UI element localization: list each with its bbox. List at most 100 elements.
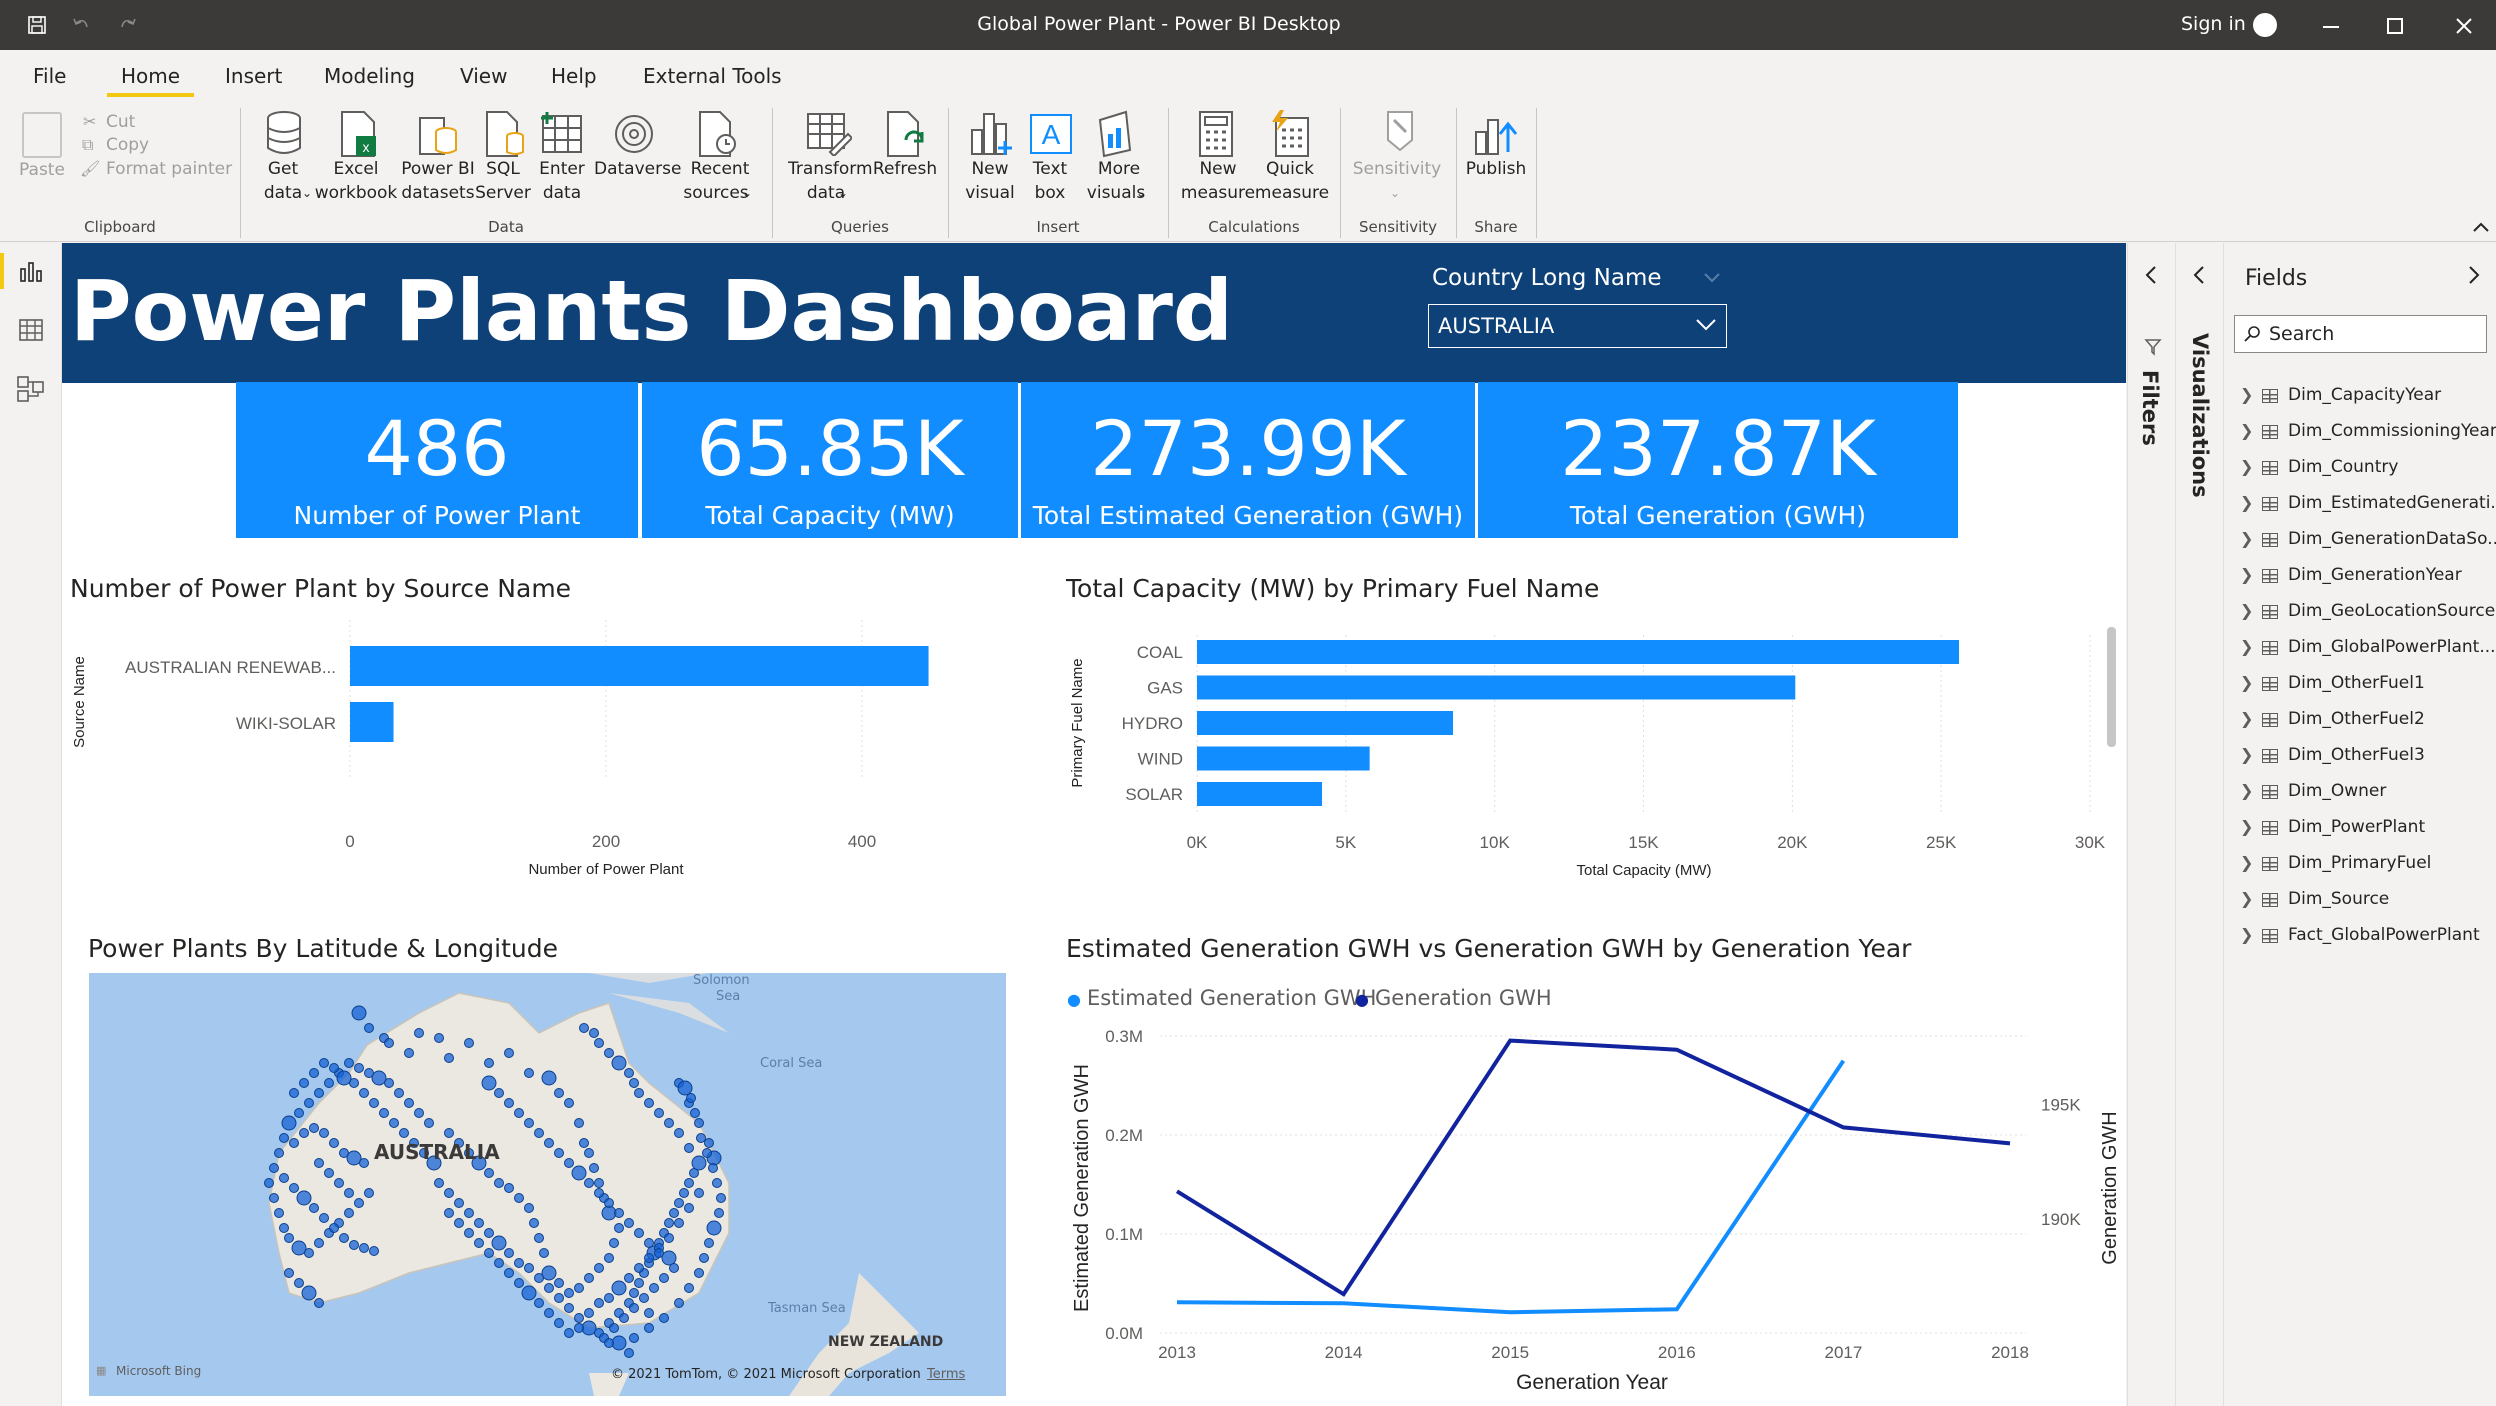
map-plant-point[interactable] — [589, 1163, 599, 1173]
map-plant-point[interactable] — [674, 1218, 684, 1228]
map-plant-point[interactable] — [534, 1273, 544, 1283]
map-plant-point[interactable] — [624, 1218, 634, 1228]
map-plant-point[interactable] — [291, 1240, 307, 1256]
map-plant-point[interactable] — [574, 1313, 584, 1323]
map-plant-point[interactable] — [394, 1088, 404, 1098]
map-plant-point[interactable] — [564, 1303, 574, 1313]
chevron-right-icon[interactable]: ❯ — [2240, 457, 2253, 476]
map-plant-point[interactable] — [464, 1228, 474, 1238]
map-plant-point[interactable] — [564, 1288, 574, 1298]
map-plant-point[interactable] — [609, 1238, 619, 1248]
chevron-right-icon[interactable]: ❯ — [2240, 745, 2253, 764]
map-plant-point[interactable] — [494, 1258, 504, 1268]
map-plant-point[interactable] — [369, 1098, 379, 1108]
map-plant-point[interactable] — [309, 1203, 319, 1213]
map-plant-point[interactable] — [349, 1240, 359, 1250]
map-plant-point[interactable] — [264, 1178, 274, 1188]
map-plant-point[interactable] — [284, 1233, 294, 1243]
map-plant-point[interactable] — [269, 1163, 279, 1173]
map-plant-point[interactable] — [294, 1278, 304, 1288]
map-plant-point[interactable] — [534, 1233, 544, 1243]
chevron-left-icon[interactable] — [2192, 265, 2206, 285]
map-plant-point[interactable] — [644, 1323, 654, 1333]
map-plant-point[interactable] — [629, 1288, 639, 1298]
sign-in-link[interactable]: Sign in — [2181, 13, 2246, 35]
map-plant-point[interactable] — [694, 1118, 704, 1128]
map-plant-point[interactable] — [279, 1133, 289, 1143]
map-plant-point[interactable] — [524, 1203, 534, 1213]
map-plant-point[interactable] — [624, 1068, 634, 1078]
map-plant-point[interactable] — [494, 1178, 504, 1188]
map-plant-point[interactable] — [444, 1053, 454, 1063]
map-plant-point[interactable] — [324, 1078, 334, 1088]
map-plant-point[interactable] — [584, 1273, 594, 1283]
map-plant-point[interactable] — [604, 1338, 614, 1348]
map-plant-point[interactable] — [274, 1148, 284, 1158]
map-plant-point[interactable] — [629, 1333, 639, 1343]
map-plant-point[interactable] — [684, 1143, 694, 1153]
map-plant-point[interactable] — [481, 1075, 497, 1091]
map-plant-point[interactable] — [604, 1198, 614, 1208]
chevron-right-icon[interactable]: ❯ — [2240, 817, 2253, 836]
map-plant-point[interactable] — [351, 1005, 367, 1021]
map-plant-point[interactable] — [684, 1283, 694, 1293]
map-plant-point[interactable] — [624, 1348, 634, 1358]
map-plant-point[interactable] — [484, 1168, 494, 1178]
map-plant-point[interactable] — [309, 1068, 319, 1078]
map-plant-point[interactable] — [389, 1118, 399, 1128]
map-plant-point[interactable] — [301, 1285, 317, 1301]
map-plant-point[interactable] — [690, 1108, 700, 1118]
map-plant-point[interactable] — [539, 1248, 549, 1258]
map-plant-point[interactable] — [664, 1233, 674, 1243]
map-plant-point[interactable] — [344, 1208, 354, 1218]
fields-search-box[interactable]: Search — [2234, 315, 2487, 353]
map-plant-point[interactable] — [659, 1313, 669, 1323]
chevron-right-icon[interactable]: ❯ — [2240, 421, 2253, 440]
map-plant-point[interactable] — [589, 1028, 599, 1038]
minimize-icon[interactable] — [2323, 26, 2339, 28]
map-plant-point[interactable] — [694, 1268, 704, 1278]
map-plant-point[interactable] — [281, 1115, 297, 1131]
map-plant-point[interactable] — [581, 1320, 597, 1336]
map-plant-point[interactable] — [514, 1278, 524, 1288]
collapse-ribbon-icon[interactable] — [2472, 220, 2490, 234]
map-plant-point[interactable] — [491, 1235, 507, 1251]
map-plant-point[interactable] — [704, 1138, 714, 1148]
map-plant-point[interactable] — [659, 1273, 669, 1283]
country-slicer-dropdown[interactable]: AUSTRALIA — [1428, 304, 1727, 348]
map-plant-point[interactable] — [364, 1023, 374, 1033]
map-plant-point[interactable] — [534, 1128, 544, 1138]
map-plant-point[interactable] — [414, 1028, 424, 1038]
map-plant-point[interactable] — [344, 1058, 354, 1068]
map-plant-point[interactable] — [404, 1048, 414, 1058]
tab-external-tools[interactable]: External Tools — [643, 64, 782, 88]
map-plant-point[interactable] — [464, 1208, 474, 1218]
map-plant-point[interactable] — [384, 1038, 394, 1048]
map-plant-point[interactable] — [564, 1098, 574, 1108]
map-plant-point[interactable] — [619, 1313, 629, 1323]
map-plant-point[interactable] — [504, 1098, 514, 1108]
map-plant-point[interactable] — [554, 1088, 564, 1098]
tab-modeling[interactable]: Modeling — [324, 64, 415, 88]
map-plant-point[interactable] — [444, 1128, 454, 1138]
map-plant-point[interactable] — [444, 1208, 454, 1218]
map-plant-point[interactable] — [299, 1078, 309, 1088]
map-plant-point[interactable] — [584, 1148, 594, 1158]
map-plant-point[interactable] — [314, 1298, 324, 1308]
map-plant-point[interactable] — [649, 1283, 659, 1293]
map-plant-point[interactable] — [399, 1128, 409, 1138]
map-plant-point[interactable] — [541, 1265, 557, 1281]
map-plant-point[interactable] — [504, 1248, 514, 1258]
map-plant-point[interactable] — [691, 1155, 707, 1171]
map-plant-point[interactable] — [304, 1248, 314, 1258]
visualizations-pane[interactable]: Visualizations — [2175, 243, 2223, 1406]
map-plant-point[interactable] — [629, 1303, 639, 1313]
map-plant-point[interactable] — [574, 1323, 584, 1333]
map-plant-point[interactable] — [319, 1058, 329, 1068]
map-plant-point[interactable] — [504, 1048, 514, 1058]
map-plant-point[interactable] — [624, 1273, 634, 1283]
map-plant-point[interactable] — [614, 1208, 624, 1218]
map-plant-point[interactable] — [524, 1263, 534, 1273]
kpi-card-total-capacity[interactable]: 65.85K Total Capacity (MW) — [642, 382, 1018, 538]
map-plant-point[interactable] — [296, 1190, 312, 1206]
